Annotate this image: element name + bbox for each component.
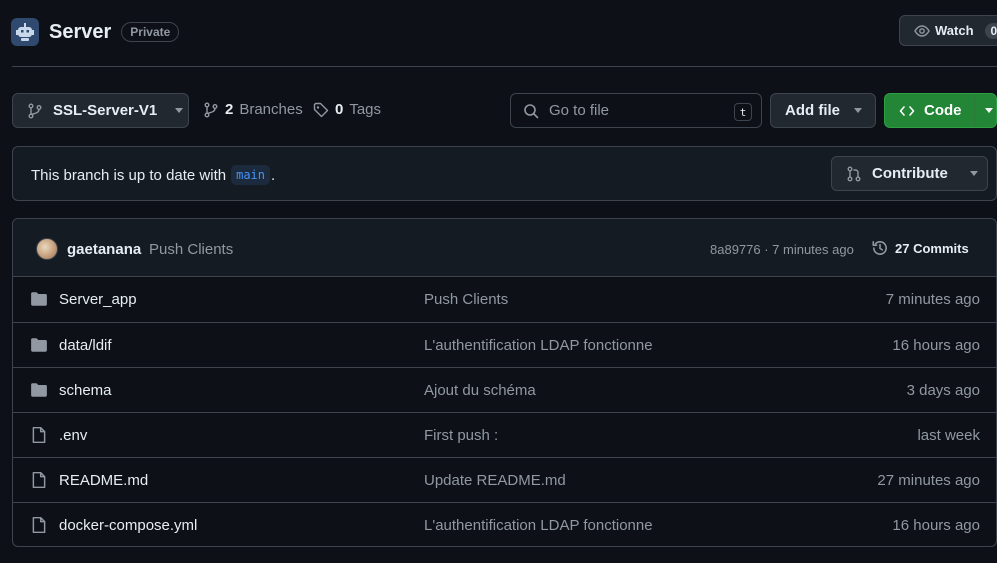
search-placeholder: Go to file	[549, 102, 610, 119]
file-icon	[30, 426, 48, 444]
file-commit-time: 7 minutes ago	[885, 291, 980, 308]
chevron-down-icon	[854, 108, 862, 113]
file-commit-message[interactable]: Push Clients	[424, 291, 508, 308]
file-commit-time: 16 hours ago	[892, 517, 980, 534]
folder-icon	[30, 290, 48, 308]
latest-commit-bar: gaetanana Push Clients 8a89776 · 7 minut…	[13, 219, 996, 277]
file-name-link[interactable]: schema	[59, 382, 112, 399]
header-divider	[12, 66, 997, 67]
branch-selector-button[interactable]: SSL-Server-V1	[12, 93, 189, 128]
search-icon	[524, 103, 539, 118]
file-icon	[30, 516, 48, 534]
file-commit-time: last week	[917, 427, 980, 444]
file-row[interactable]: .env First push : last week	[13, 412, 996, 457]
file-commit-message[interactable]: Ajout du schéma	[424, 382, 536, 399]
file-name-link[interactable]: Server_app	[59, 291, 137, 308]
git-branch-icon	[28, 103, 42, 118]
branch-status-text: This branch is up to date with main .	[31, 165, 275, 185]
watch-label: Watch	[935, 23, 974, 38]
file-commit-message[interactable]: L'authentification LDAP fonctionne	[424, 337, 653, 354]
branches-count: 2	[225, 101, 234, 118]
commit-hash-time[interactable]: 8a89776 · 7 minutes ago	[710, 242, 854, 257]
add-file-button[interactable]: Add file	[770, 93, 876, 128]
file-name-link[interactable]: .env	[59, 427, 87, 444]
keyboard-shortcut-hint: t	[734, 103, 752, 121]
file-row[interactable]: schema Ajout du schéma 3 days ago	[13, 367, 996, 412]
file-name-link[interactable]: README.md	[59, 472, 148, 489]
commit-message[interactable]: Push Clients	[149, 241, 233, 258]
file-row[interactable]: README.md Update README.md 27 minutes ago	[13, 457, 996, 502]
commits-history-link[interactable]: 27 Commits	[871, 239, 969, 257]
robot-avatar-icon	[16, 23, 34, 41]
status-text-before: This branch is up to date with	[31, 166, 227, 184]
eye-icon	[914, 24, 930, 37]
file-commit-message[interactable]: Update README.md	[424, 472, 566, 489]
avatar[interactable]	[36, 238, 58, 260]
code-label: Code	[924, 102, 962, 119]
button-divider	[973, 94, 975, 127]
folder-icon	[30, 336, 48, 354]
history-icon	[872, 241, 887, 255]
contribute-label: Contribute	[872, 165, 948, 182]
status-text-after: .	[271, 166, 276, 184]
file-commit-time: 16 hours ago	[892, 337, 980, 354]
add-file-label: Add file	[785, 102, 840, 119]
file-icon	[30, 471, 48, 489]
tag-icon	[313, 102, 329, 117]
tags-link[interactable]: 0 Tags	[313, 101, 381, 118]
file-row[interactable]: data/ldif L'authentification LDAP fonctio…	[13, 322, 996, 367]
watch-count: 0	[984, 22, 997, 39]
branches-link[interactable]: 2 Branches	[203, 101, 303, 118]
chevron-down-icon	[175, 108, 184, 113]
branches-label: Branches	[239, 101, 303, 118]
tags-label: Tags	[349, 101, 382, 118]
watch-button[interactable]: Watch 0	[899, 15, 997, 46]
file-commit-time: 27 minutes ago	[877, 472, 980, 489]
chevron-down-icon[interactable]	[984, 108, 993, 113]
visibility-badge: Private	[121, 22, 180, 42]
repo-name[interactable]: Server	[49, 21, 111, 44]
pull-request-icon	[847, 166, 861, 181]
branch-name: SSL-Server-V1	[53, 102, 158, 119]
code-button[interactable]: Code	[884, 93, 997, 128]
file-commit-message[interactable]: L'authentification LDAP fonctionne	[424, 517, 653, 534]
code-icon	[899, 105, 915, 116]
branch-ref-link[interactable]: main	[231, 165, 271, 185]
go-to-file-input[interactable]: Go to file t	[510, 93, 762, 128]
file-name-link[interactable]: data/ldif	[59, 337, 112, 354]
repo-header: Server Private	[11, 14, 180, 50]
file-commit-time: 3 days ago	[906, 382, 980, 399]
file-name-link[interactable]: docker-compose.yml	[59, 517, 197, 534]
commit-author[interactable]: gaetanana	[67, 241, 141, 258]
commits-count: 27 Commits	[895, 240, 969, 256]
file-browser: gaetanana Push Clients 8a89776 · 7 minut…	[12, 218, 997, 547]
file-row[interactable]: docker-compose.yml L'authentification LDA…	[13, 502, 996, 546]
file-row[interactable]: Server_app Push Clients 7 minutes ago	[13, 277, 996, 322]
chevron-down-icon	[969, 171, 978, 176]
file-commit-message[interactable]: First push :	[424, 427, 498, 444]
tags-count: 0	[335, 101, 344, 118]
folder-icon	[30, 381, 48, 399]
contribute-button[interactable]: Contribute	[831, 156, 988, 191]
repo-owner-avatar[interactable]	[11, 18, 39, 46]
git-branch-icon	[204, 102, 218, 117]
